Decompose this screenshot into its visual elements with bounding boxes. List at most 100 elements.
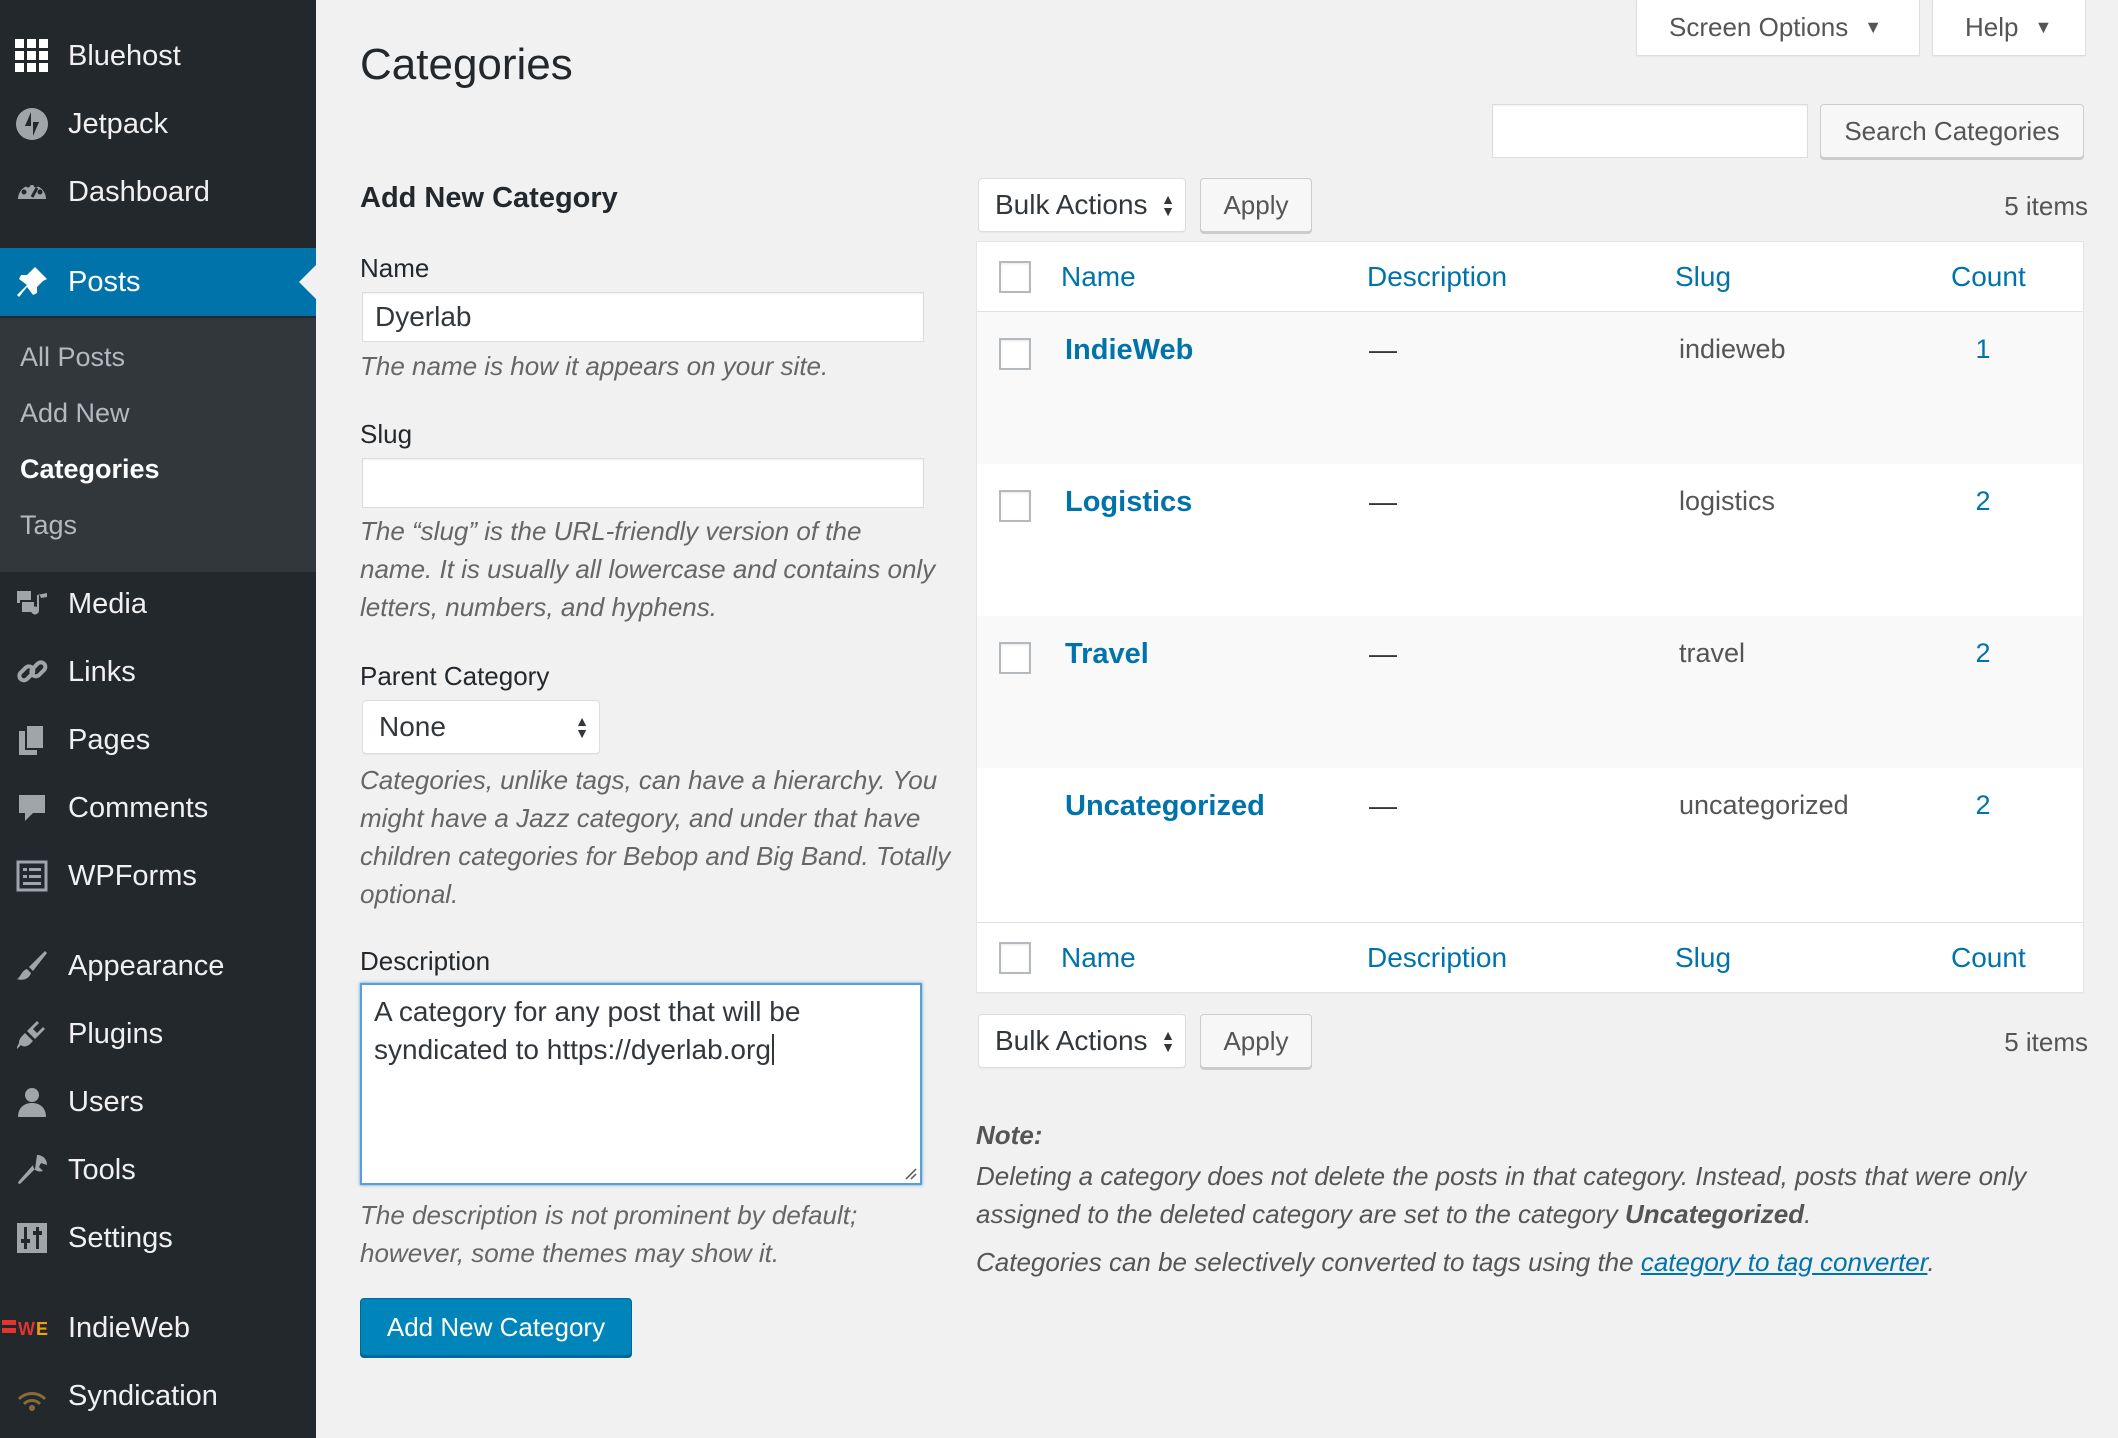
category-description: — [1369,790,1397,821]
add-new-category-button[interactable]: Add New Category [360,1298,632,1356]
select-all-checkbox[interactable] [999,261,1031,293]
note-paragraph-1: Deleting a category does not delete the … [976,1157,2076,1233]
admin-sidebar: Bluehost Jetpack Dashboard Posts All Pos… [0,0,316,1438]
description-textarea[interactable]: A category for any post that will be syn… [360,983,922,1185]
slug-input[interactable] [362,458,924,508]
bulk-actions-select-bottom[interactable]: Bulk Actions ▲ ▼ [978,1014,1186,1068]
menu-item-tools[interactable]: Tools [0,1136,316,1204]
submenu-all-posts[interactable]: All Posts [20,342,125,373]
category-description: — [1369,638,1397,669]
category-count-link[interactable]: 2 [1953,638,2013,669]
menu-item-settings[interactable]: Settings [0,1204,316,1272]
comment-icon [14,790,50,826]
column-description[interactable]: Description [1367,261,1507,293]
apply-button-bottom[interactable]: Apply [1200,1014,1312,1068]
row-checkbox[interactable] [999,642,1031,674]
link-icon [14,654,50,690]
category-name-link[interactable]: Uncategorized [1065,790,1265,823]
caret-down-icon: ▼ [2034,17,2053,37]
column-count[interactable]: Count [1951,261,2026,293]
parent-category-value: None [379,711,446,742]
menu-item-plugins[interactable]: Plugins [0,1000,316,1068]
menu-item-media[interactable]: Media [0,570,316,638]
name-help: The name is how it appears on your site. [360,351,829,381]
svg-text:W: W [18,1319,35,1339]
description-help: The description is not prominent by defa… [360,1200,858,1268]
column-slug[interactable]: Slug [1675,942,1731,974]
menu-item-syndication[interactable]: Syndication [0,1362,316,1430]
menu-label: Links [68,655,136,688]
menu-item-jetpack[interactable]: Jetpack [0,90,316,158]
categories-table: Name Description Slug Count IndieWeb — i… [976,241,2084,993]
plugin-icon [14,1016,50,1052]
column-count[interactable]: Count [1951,942,2026,974]
pin-icon [14,264,50,300]
menu-label: Jetpack [68,107,168,140]
svg-text:E: E [36,1319,48,1339]
menu-label: Plugins [68,1017,164,1050]
table-row: Uncategorized — uncategorized 2 [977,768,2083,920]
settings-icon [14,1220,50,1256]
menu-item-links[interactable]: Links [0,638,316,706]
table-header: Name Description Slug Count [977,242,2083,312]
parent-category-select[interactable]: None ▲ ▼ [362,700,600,754]
submenu-add-new[interactable]: Add New [20,398,130,429]
category-count-link[interactable]: 1 [1953,334,2013,365]
menu-item-indieweb[interactable]: WE IndieWeb [0,1294,316,1362]
row-checkbox[interactable] [999,338,1031,370]
submenu-categories[interactable]: Categories [20,454,160,485]
search-categories-button[interactable]: Search Categories [1820,104,2084,158]
wpforms-icon [14,858,50,894]
grid-icon [14,38,50,74]
category-name-link[interactable]: Travel [1065,638,1149,671]
note-title: Note: [976,1120,1043,1150]
menu-label: Posts [68,265,141,298]
apply-button-top[interactable]: Apply [1200,178,1312,232]
screen-options-button[interactable]: Screen Options ▼ [1636,0,1920,56]
menu-item-users[interactable]: Users [0,1068,316,1136]
updown-arrows-icon: ▲ ▼ [575,713,589,741]
category-slug: indieweb [1679,334,1786,364]
category-count-link[interactable]: 2 [1953,486,2013,517]
category-slug: logistics [1679,486,1776,516]
bulk-actions-select-top[interactable]: Bulk Actions ▲ ▼ [978,178,1186,232]
table-row: Logistics — logistics 2 [977,464,2083,616]
description-value: A category for any post that will be syn… [374,996,801,1065]
brush-icon [14,948,50,984]
column-slug[interactable]: Slug [1675,261,1731,293]
column-name[interactable]: Name [1061,942,1136,974]
menu-item-bluehost[interactable]: Bluehost [0,22,316,90]
help-button[interactable]: Help ▼ [1932,0,2086,56]
search-categories-input[interactable] [1492,104,1808,158]
table-footer: Name Description Slug Count [977,922,2083,992]
category-description: — [1369,486,1397,517]
column-description[interactable]: Description [1367,942,1507,974]
items-count-top: 5 items [2004,191,2088,221]
column-name[interactable]: Name [1061,261,1136,293]
category-description: — [1369,334,1397,365]
category-name-link[interactable]: Logistics [1065,486,1192,519]
submenu-tags[interactable]: Tags [20,510,77,541]
category-to-tag-converter-link[interactable]: category to tag converter [1641,1247,1928,1277]
menu-label: Syndication [68,1379,218,1412]
name-input[interactable] [362,292,924,342]
category-count-link[interactable]: 2 [1953,790,2013,821]
menu-label: WPForms [68,859,197,892]
category-slug: travel [1679,638,1746,668]
menu-item-posts[interactable]: Posts [0,248,316,316]
wifi-icon [14,1378,50,1414]
resize-grip-icon[interactable] [903,1166,917,1180]
category-name-link[interactable]: IndieWeb [1065,334,1193,367]
menu-item-wpforms[interactable]: WPForms [0,842,316,910]
select-all-checkbox-footer[interactable] [999,942,1031,974]
menu-item-pages[interactable]: Pages [0,706,316,774]
menu-item-appearance[interactable]: Appearance [0,932,316,1000]
menu-item-comments[interactable]: Comments [0,774,316,842]
menu-label: Dashboard [68,175,210,208]
parent-category-help: Categories, unlike tags, can have a hier… [360,765,951,909]
slug-label: Slug [360,419,413,449]
menu-label: Appearance [68,949,225,982]
row-checkbox[interactable] [999,490,1031,522]
note-text: Deleting a category does not delete the … [976,1161,2027,1229]
menu-item-dashboard[interactable]: Dashboard [0,158,316,226]
